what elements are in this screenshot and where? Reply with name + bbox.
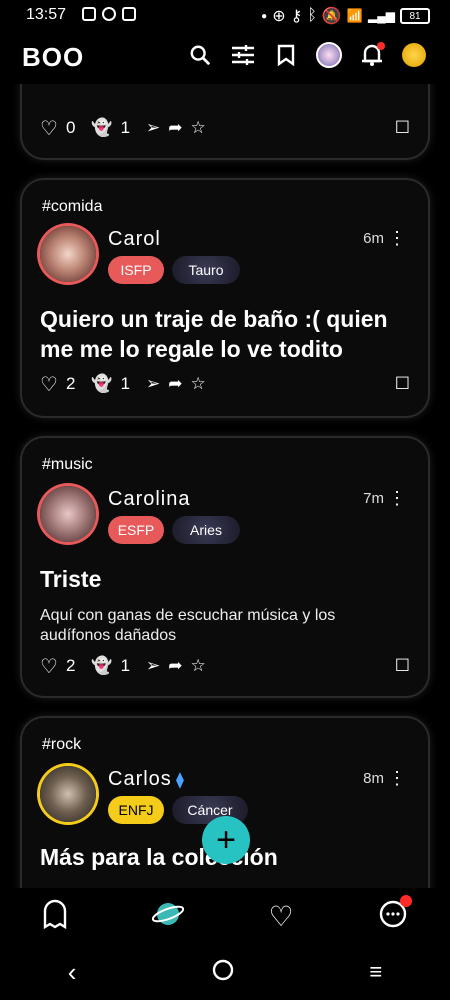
bluetooth-icon: ᛒ bbox=[307, 7, 317, 24]
like-count: 0 bbox=[65, 118, 76, 137]
heart-icon[interactable]: ♡ bbox=[40, 654, 58, 679]
key-icon: ⚷ bbox=[290, 8, 303, 25]
app-bar: BOO bbox=[0, 30, 450, 84]
app-logo: BOO bbox=[22, 42, 85, 72]
avatar[interactable] bbox=[40, 766, 96, 822]
ghost-icon[interactable]: 👻 bbox=[91, 118, 112, 138]
ghost-nav-icon[interactable] bbox=[42, 899, 68, 934]
avatar[interactable] bbox=[40, 226, 96, 282]
ghost-count: 1 bbox=[120, 374, 131, 393]
share-icon[interactable]: ➦ bbox=[168, 118, 182, 138]
personality-badge: ESFP bbox=[108, 516, 164, 544]
share-icon[interactable]: ➦ bbox=[168, 374, 182, 394]
star-icon[interactable]: ☆ bbox=[191, 656, 206, 676]
coin-icon[interactable] bbox=[402, 43, 426, 67]
post-time: 6m bbox=[363, 230, 384, 247]
signal-icon: ▂▄▆ bbox=[368, 9, 395, 23]
planet-nav-icon[interactable] bbox=[152, 898, 185, 935]
bookmark-icon[interactable]: ☐ bbox=[395, 118, 410, 138]
profile-avatar[interactable] bbox=[316, 42, 342, 68]
notification-dot bbox=[377, 42, 385, 50]
ghost-count: 1 bbox=[120, 118, 131, 137]
wifi-icon: 📶 bbox=[346, 8, 364, 23]
bottom-nav: ♡ bbox=[0, 888, 450, 944]
verified-icon: ⧫ bbox=[176, 772, 184, 789]
feed[interactable]: ♡ 0 👻 1 ➢ ➦ ☆ ☐ #comida Carol 6m ⋮ ISFP … bbox=[0, 84, 450, 888]
ghost-icon[interactable]: 👻 bbox=[91, 374, 112, 394]
send-icon[interactable]: ➢ bbox=[146, 656, 160, 676]
post-body: Aquí con ganas de escuchar música y los … bbox=[40, 607, 336, 644]
unread-dot bbox=[399, 894, 412, 907]
filter-icon[interactable] bbox=[230, 42, 256, 68]
post-time: 7m bbox=[363, 490, 384, 507]
more-icon[interactable]: ⋮ bbox=[388, 768, 406, 789]
status-time: 13:57 bbox=[26, 6, 67, 23]
bookmark-icon[interactable] bbox=[273, 42, 299, 68]
mute-icon: 🔕 bbox=[321, 8, 342, 25]
zodiac-badge: Tauro bbox=[172, 256, 240, 284]
status-bar: 13:57 ● ⊕ ⚷ ᛒ 🔕 📶 ▂▄▆ 81 bbox=[0, 0, 450, 30]
post-tag[interactable]: #comida bbox=[42, 198, 102, 216]
personality-badge: ENFJ bbox=[108, 796, 164, 824]
post-card[interactable]: ♡ 0 👻 1 ➢ ➦ ☆ ☐ bbox=[22, 84, 428, 158]
send-icon[interactable]: ➢ bbox=[146, 374, 160, 394]
post-time: 8m bbox=[363, 770, 384, 787]
user-name[interactable]: Carolina bbox=[108, 488, 190, 511]
ghost-icon[interactable]: 👻 bbox=[91, 656, 112, 676]
calendar-icon bbox=[122, 7, 136, 21]
heart-nav-icon[interactable]: ♡ bbox=[269, 900, 294, 933]
post-tag[interactable]: #rock bbox=[42, 736, 81, 754]
discord-icon bbox=[82, 7, 96, 21]
personality-badge: ISFP bbox=[108, 256, 164, 284]
star-icon[interactable]: ☆ bbox=[191, 118, 206, 138]
more-icon[interactable]: ⋮ bbox=[388, 488, 406, 509]
home-icon[interactable] bbox=[212, 959, 234, 986]
bell-icon[interactable] bbox=[359, 42, 385, 68]
add-circle-icon: ⊕ bbox=[272, 8, 286, 25]
post-title: Triste bbox=[40, 566, 102, 592]
post-card[interactable]: #comida Carol 6m ⋮ ISFP Tauro Quiero un … bbox=[22, 180, 428, 416]
user-name[interactable]: Carol bbox=[108, 228, 161, 251]
heart-icon[interactable]: ♡ bbox=[40, 372, 58, 397]
share-icon[interactable]: ➦ bbox=[168, 656, 182, 676]
chat-nav-icon[interactable] bbox=[378, 894, 412, 934]
post-card[interactable]: #music Carolina 7m ⋮ ESFP Aries Triste A… bbox=[22, 438, 428, 696]
more-icon[interactable]: ⋮ bbox=[388, 228, 406, 249]
bookmark-icon[interactable]: ☐ bbox=[395, 374, 410, 394]
like-count: 2 bbox=[65, 374, 76, 393]
system-nav: ‹ ≡ bbox=[0, 944, 450, 1000]
recents-icon[interactable]: ≡ bbox=[369, 959, 382, 985]
bookmark-icon[interactable]: ☐ bbox=[395, 656, 410, 676]
like-count: 2 bbox=[65, 656, 76, 675]
user-name[interactable]: Carlos bbox=[108, 768, 172, 791]
search-icon[interactable] bbox=[187, 42, 213, 68]
star-icon[interactable]: ☆ bbox=[191, 374, 206, 394]
post-tag[interactable]: #music bbox=[42, 456, 93, 474]
whatsapp-icon bbox=[102, 7, 116, 21]
send-icon[interactable]: ➢ bbox=[146, 118, 160, 138]
dot-icon: ● bbox=[261, 10, 268, 22]
heart-icon[interactable]: ♡ bbox=[40, 116, 58, 141]
back-icon[interactable]: ‹ bbox=[68, 957, 77, 988]
post-title: Quiero un traje de baño :( quien me me l… bbox=[40, 306, 388, 362]
battery-icon: 81 bbox=[400, 8, 430, 24]
avatar[interactable] bbox=[40, 486, 96, 542]
zodiac-badge: Aries bbox=[172, 516, 240, 544]
create-post-button[interactable]: + bbox=[202, 816, 250, 864]
ghost-count: 1 bbox=[120, 656, 131, 675]
